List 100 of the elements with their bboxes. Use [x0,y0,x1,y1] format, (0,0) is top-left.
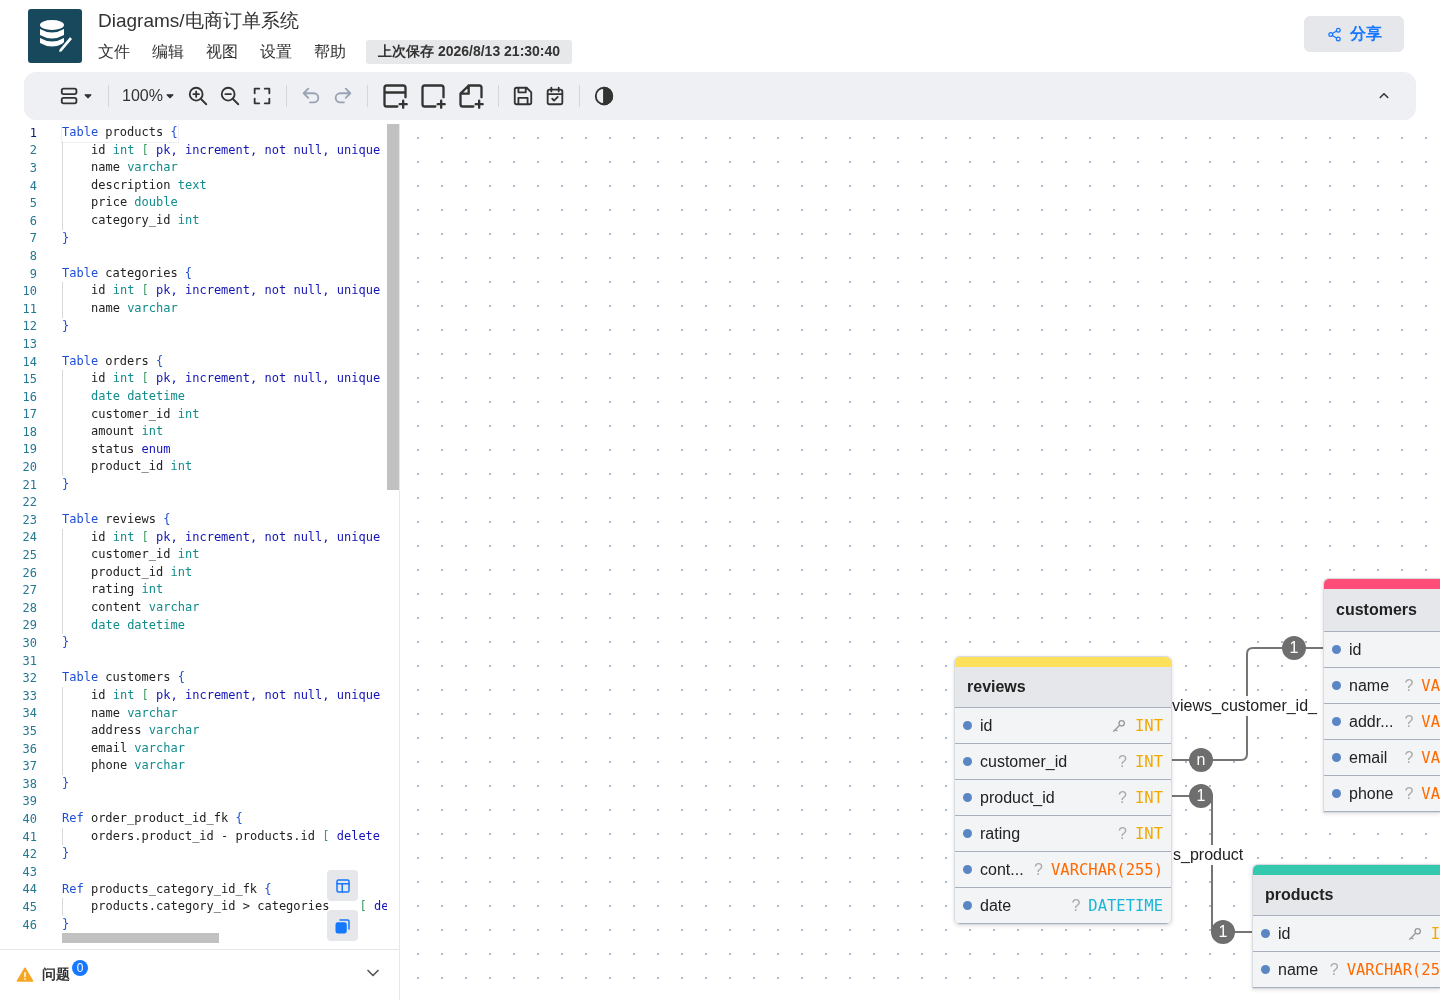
code-line: } [62,229,70,247]
field-type: INT [1135,716,1163,735]
table-card[interactable]: products id I name ? VARCHAR(25 [1252,864,1440,989]
menu-item[interactable]: 视图 [206,41,238,63]
line-number: 14 [21,354,37,369]
code-line: id int [ pk, increment, not null, unique [62,370,381,388]
field-row[interactable]: product_id ? INT [955,780,1171,816]
field-type: VA [1421,784,1440,803]
line-number: 15 [21,372,37,387]
code-line: amount int [62,423,164,441]
app-logo[interactable] [28,9,82,63]
nullable-mark: ? [1118,752,1127,771]
code-line: Ref products_category_id_fk { [62,880,272,898]
line-number: 26 [21,565,37,580]
diagram-title[interactable]: Diagrams/电商订单系统 [98,8,1304,34]
line-number: 13 [21,336,37,351]
field-row[interactable]: customer_id ? INT [955,744,1171,780]
field-type: INT [1135,752,1163,771]
line-number: 34 [21,706,37,721]
scrollbar-thumb[interactable] [62,933,219,944]
line-number: 29 [21,618,37,633]
field-dot-icon [1261,929,1270,938]
line-number: 35 [21,724,37,738]
nullable-mark: ? [1329,960,1339,979]
line-number: 30 [21,636,37,650]
code-line: address varchar [62,722,200,740]
zoom-dropdown[interactable]: 100% [117,83,182,109]
code-line: } [62,845,70,863]
line-number: 7 [28,231,37,246]
line-number: 43 [21,864,37,879]
scrollbar-thumb[interactable] [387,124,399,490]
code-line: orders.product_id - products.id [ delete [62,827,381,846]
save-icon [511,85,534,107]
layout-toggle-button[interactable] [327,870,358,901]
code-line: status enum [62,440,171,459]
code-line: } [62,774,70,792]
field-dot-icon [1332,789,1341,798]
nullable-mark: ? [1118,824,1127,843]
nullable-mark: ? [1118,788,1127,807]
line-number: 27 [21,583,37,598]
table-card[interactable]: reviews id INT customer_id ? INT product_id ? INT rating ? INT cont... ? VARCHAR(255) date ? DATETIME [954,656,1172,925]
code-line: Table reviews { [62,511,171,529]
code-line: Ref order_product_id_fk { [62,810,243,828]
field-type: VARCHAR(25 [1346,960,1440,979]
field-row[interactable]: email ? VA [1324,740,1440,776]
code-line: product_id int [62,563,193,582]
problems-label[interactable]: 问题 [42,966,70,984]
code-line: id int [ pk, increment, not null, unique [62,687,381,705]
field-dot-icon [1261,965,1270,974]
code-line: } [62,634,70,652]
field-dot-icon [1332,717,1341,726]
warning-icon [16,966,34,984]
field-row[interactable]: name ? VA [1324,668,1440,704]
copy-icon [333,916,352,935]
note-plus-icon [456,82,485,110]
square-plus-icon [418,82,447,110]
field-row[interactable]: id INT [955,708,1171,744]
field-row[interactable]: id [1324,632,1440,668]
field-type: VA [1421,676,1440,695]
table-name: reviews [955,667,1171,708]
line-number: 9 [28,266,37,281]
code-line: phone varchar [62,757,185,775]
menu-item[interactable]: 帮助 [314,41,346,63]
field-row[interactable]: name ? VARCHAR(25 [1253,952,1440,988]
code-line: date datetime [62,616,185,635]
line-number: 39 [21,794,37,809]
field-row[interactable]: addr... ? VA [1324,704,1440,740]
line-number: 20 [21,460,37,475]
line-number: 1 [28,125,37,140]
menu-item[interactable]: 编辑 [152,41,184,63]
line-number: 18 [21,424,37,439]
code-editor[interactable] [0,124,400,1000]
code-line: } [62,317,70,335]
code-line: email varchar [62,739,185,758]
menu-item[interactable]: 设置 [260,41,292,63]
menu-item[interactable]: 文件 [98,41,130,63]
line-number: 36 [21,741,37,756]
table-card[interactable]: customers id name ? VA addr... ? VA email ? VA phone ? VA [1323,578,1440,813]
field-row[interactable]: phone ? VA [1324,776,1440,812]
field-row[interactable]: id I [1253,916,1440,952]
field-type: VARCHAR(255) [1051,860,1163,879]
line-number: 45 [21,899,37,914]
line-number: 33 [21,688,37,703]
cardinality-badge: n [1189,748,1213,772]
code-line: description text [62,176,207,195]
field-name: addr... [1349,712,1395,731]
field-type: DATETIME [1088,896,1163,915]
line-number: 40 [21,811,37,826]
field-row[interactable]: date ? DATETIME [955,888,1171,924]
copy-button[interactable] [327,910,358,941]
code-line: id int [ pk, increment, not null, unique [62,528,381,547]
nullable-mark: ? [1404,676,1414,695]
field-row[interactable]: rating ? INT [955,816,1171,852]
panel-icon [333,876,352,895]
line-number: 23 [21,512,37,527]
line-number: 44 [21,882,37,897]
field-type: VA [1421,712,1440,731]
field-name: customer_id [980,752,1069,771]
field-row[interactable]: cont... ? VARCHAR(255) [955,852,1171,888]
share-icon [1326,26,1342,42]
